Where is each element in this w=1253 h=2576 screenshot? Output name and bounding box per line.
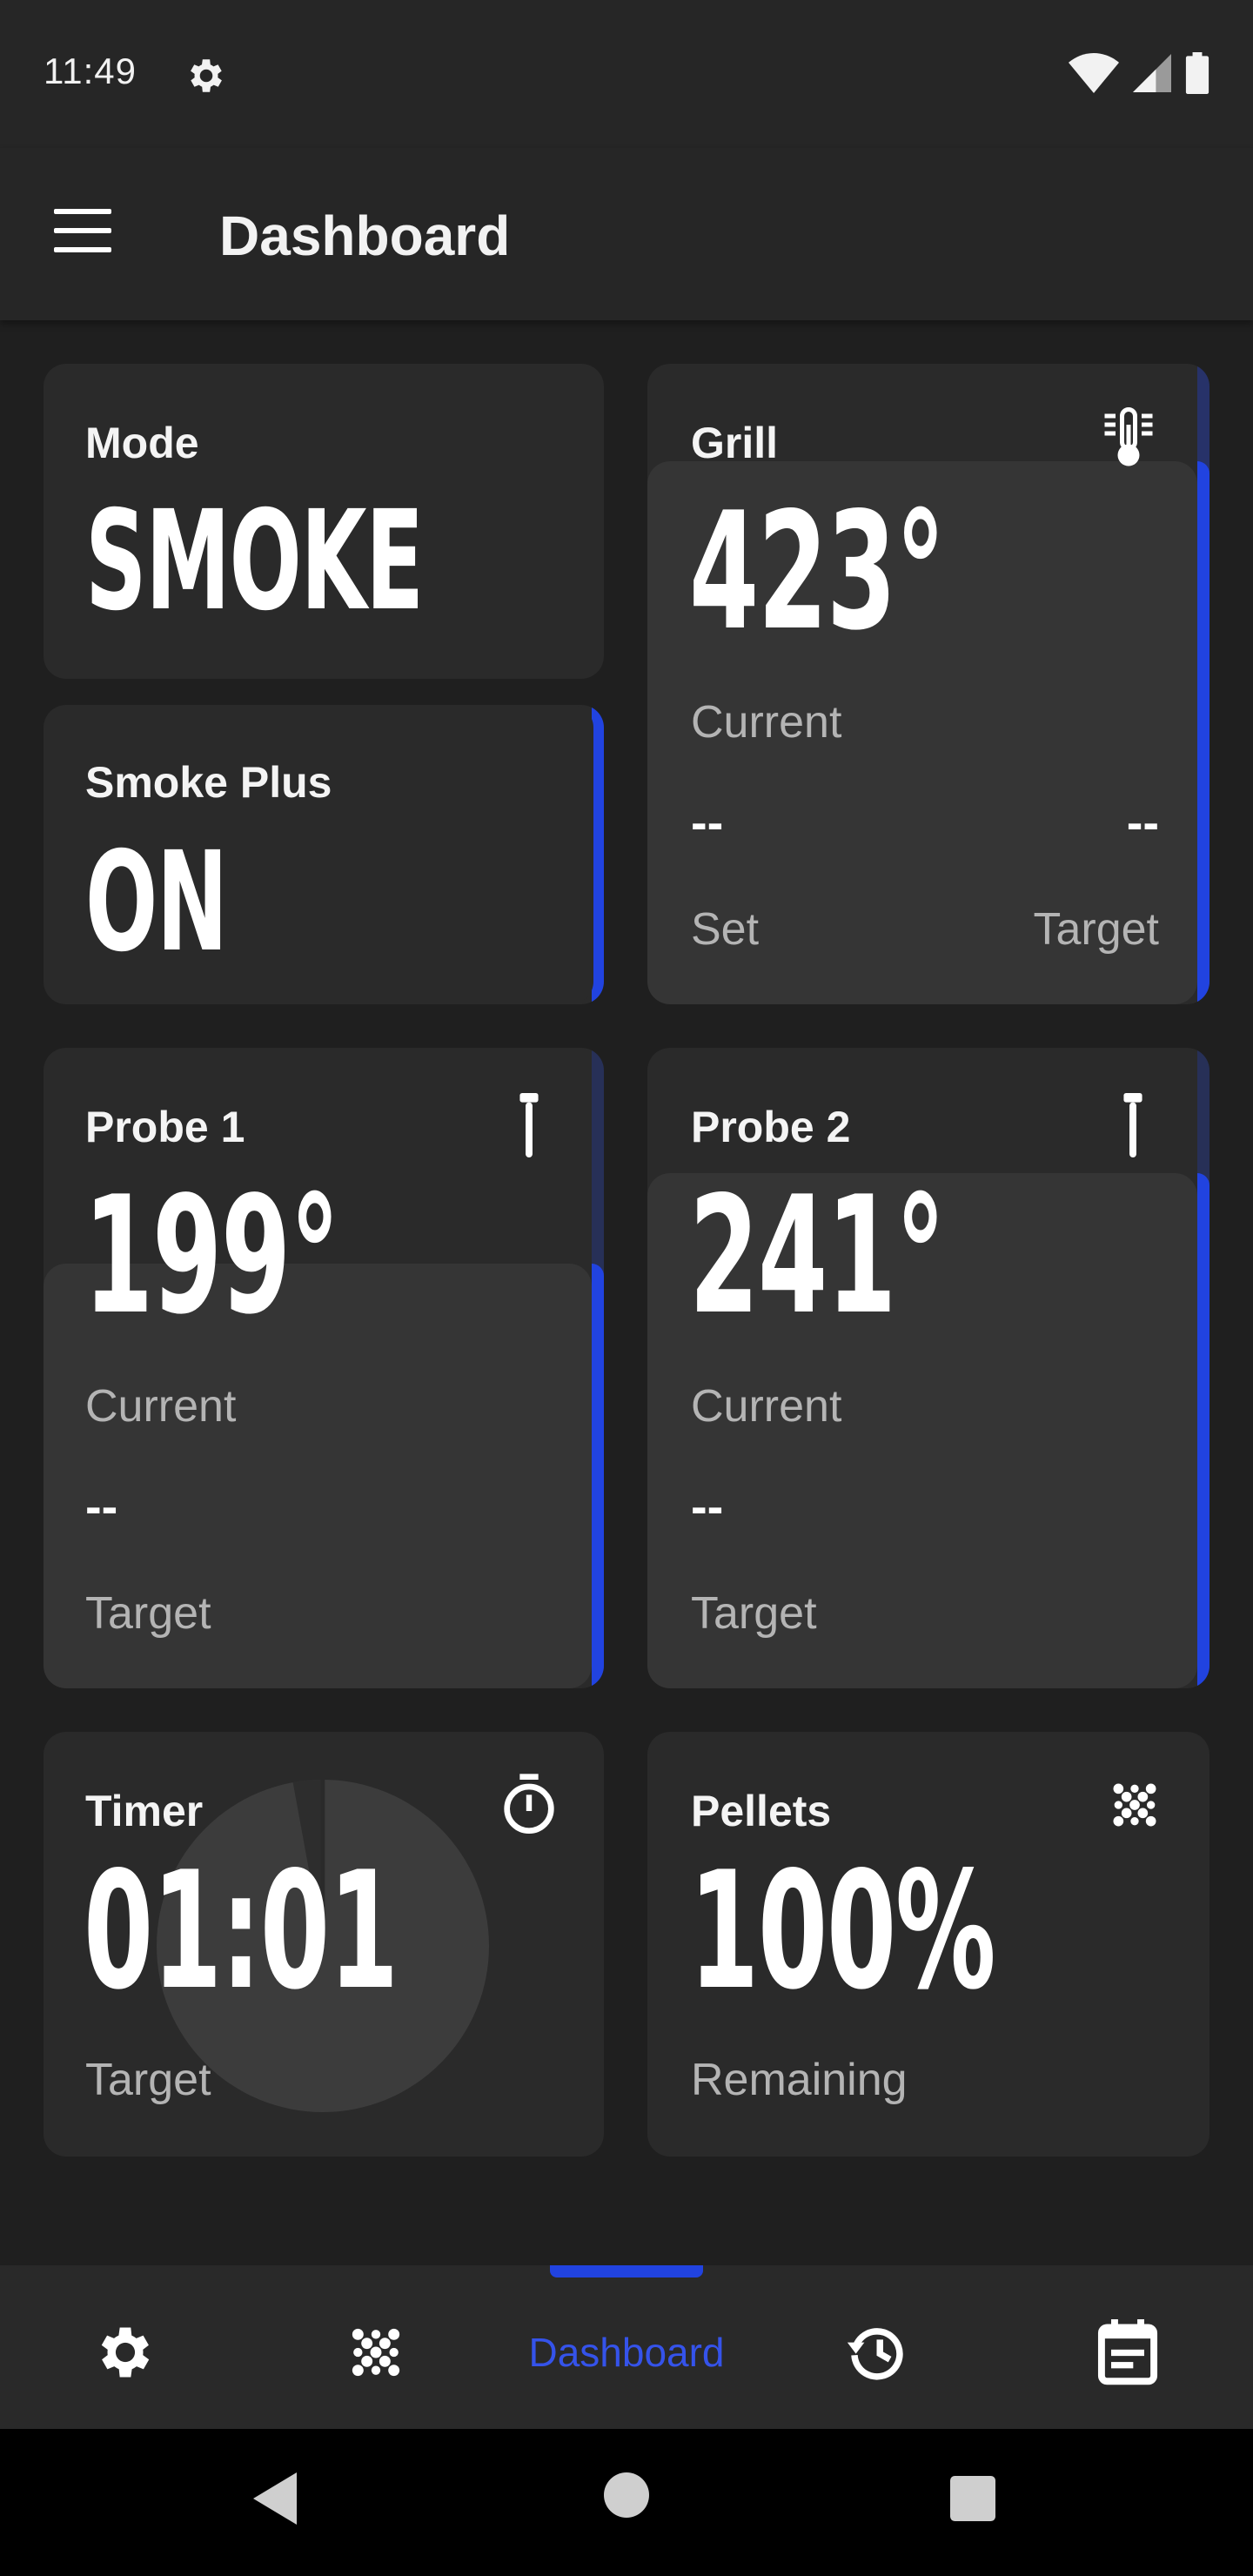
grill-card[interactable]: Grill 423° Current -- -- Set Target [647,364,1209,1004]
nav-dashboard[interactable]: Dashboard [505,2318,748,2387]
probe1-card[interactable]: Probe 1 199° Current -- Target [44,1048,604,1688]
smoke-plus-card[interactable]: Smoke Plus ON [44,705,604,1004]
grill-current-temp: 423° [689,477,946,666]
probe2-current-temp: 241° [689,1161,946,1350]
probe1-label: Probe 1 [85,1103,245,1151]
settings-icon [101,2327,150,2378]
events-icon [1097,2319,1158,2385]
grill-accent-active [1197,461,1209,1004]
grill-label: Grill [691,419,779,467]
settings-status-icon [191,59,222,92]
grill-target-value: -- [1126,795,1159,849]
probe2-current-label: Current [691,1381,842,1432]
nav-settings[interactable] [82,2318,169,2387]
back-icon[interactable] [252,2472,298,2525]
grill-target-label: Target [1033,904,1159,955]
probe1-current-label: Current [85,1381,237,1432]
nav-pellets[interactable] [332,2318,419,2387]
timer-label: Timer [85,1787,204,1835]
wifi-icon [1069,53,1119,93]
stopwatch-icon [504,1774,554,1834]
nav-history[interactable] [834,2318,921,2387]
timer-content: Timer 01:01 Target [44,1732,604,2157]
battery-icon [1185,52,1209,94]
pellets-icon [1113,1783,1156,1827]
app-bar: Dashboard [0,148,1253,320]
timer-target-label: Target [85,2055,211,2105]
page-title: Dashboard [219,205,511,267]
probe1-target-label: Target [85,1588,211,1639]
history-icon [847,2328,903,2380]
grill-current-label: Current [691,697,842,748]
probe2-target-value: -- [691,1479,724,1533]
pellets-remaining-label: Remaining [691,2055,908,2105]
probe2-target-label: Target [691,1588,817,1639]
smoke-plus-accent [592,705,604,1004]
smoke-plus-label: Smoke Plus [85,758,332,807]
system-navigation-bar [0,2429,1253,2576]
menu-icon[interactable] [54,209,115,252]
status-bar: 11:49 [0,0,1253,148]
probe1-current-temp: 199° [84,1161,340,1350]
mode-label: Mode [85,419,199,467]
mode-value: SMOKE [85,481,424,641]
timer-value: 01:01 [84,1836,399,2025]
smoke-plus-value: ON [85,822,228,983]
probe2-card[interactable]: Probe 2 241° Current -- Target [647,1048,1209,1688]
grill-set-value: -- [691,795,724,849]
probe-icon [519,1093,539,1157]
thermometer-icon [1104,407,1153,466]
probe-icon [1123,1093,1142,1157]
probe1-accent-active [592,1264,604,1688]
bottom-navigation: Dashboard [0,2265,1253,2429]
mode-card[interactable]: Mode SMOKE [44,364,604,679]
pellets-icon [352,2328,400,2377]
status-time: 11:49 [44,50,137,91]
pellets-card[interactable]: Pellets 100% Remaining [647,1732,1209,2157]
probe2-label: Probe 2 [691,1103,851,1151]
nav-dashboard-label: Dashboard [528,2330,725,2375]
cell-signal-icon [1133,54,1171,92]
recents-icon[interactable] [950,2476,995,2521]
pellets-value: 100% [689,1836,996,2025]
grill-set-label: Set [691,904,760,955]
pellets-label: Pellets [691,1787,832,1835]
nav-events[interactable] [1084,2318,1171,2387]
home-icon[interactable] [604,2472,649,2518]
nav-active-indicator [550,2265,703,2277]
probe1-target-value: -- [85,1479,118,1533]
probe2-accent-active [1197,1173,1209,1688]
